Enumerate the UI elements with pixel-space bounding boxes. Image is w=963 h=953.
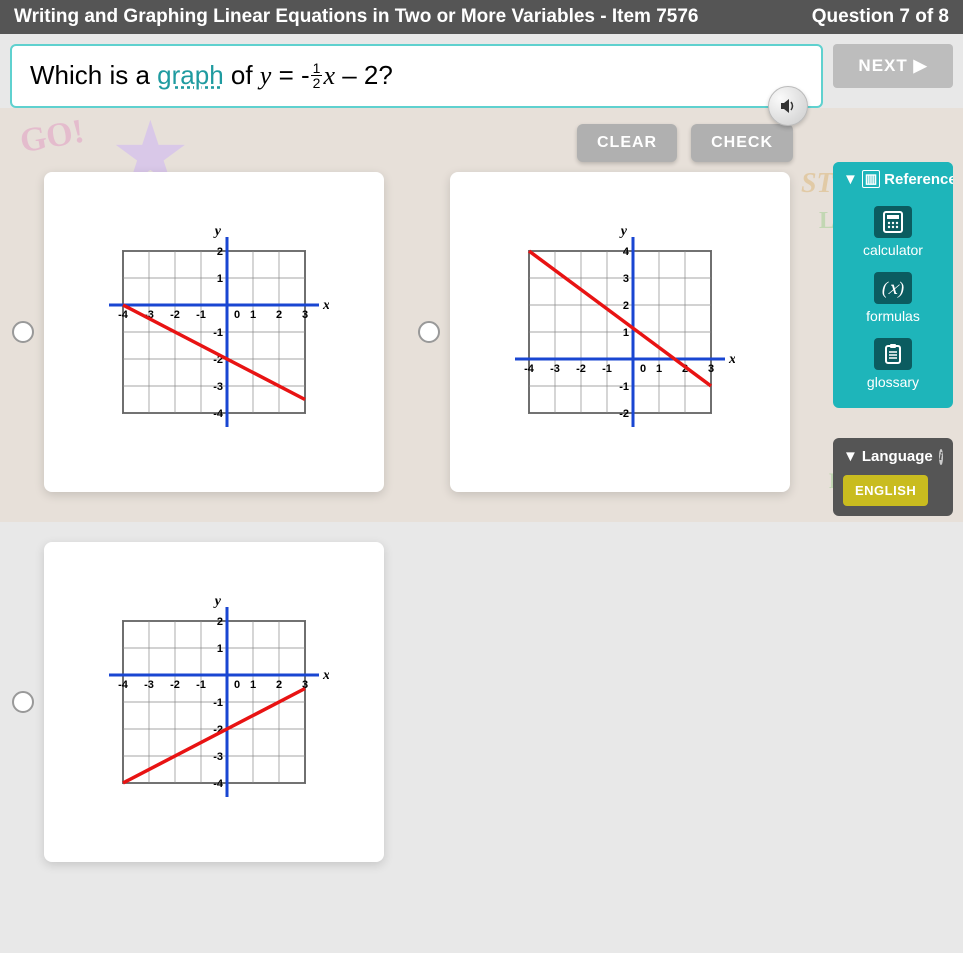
svg-text:3: 3 [707, 363, 713, 375]
svg-text:3: 3 [622, 273, 628, 285]
svg-text:y: y [213, 597, 222, 609]
page-title: Writing and Graphing Linear Equations in… [14, 6, 698, 28]
svg-text:2: 2 [217, 246, 223, 258]
formula-icon: (𝑥) [874, 272, 912, 304]
ref-calculator[interactable]: calculator [833, 196, 953, 262]
next-button[interactable]: NEXT ▶ [833, 44, 953, 88]
q-lhs: y [260, 61, 272, 90]
svg-text:-4: -4 [118, 679, 129, 691]
svg-text:-1: -1 [213, 697, 223, 709]
svg-text:0: 0 [234, 309, 240, 321]
frac-den: 2 [311, 76, 323, 90]
svg-text:-2: -2 [170, 309, 180, 321]
q-tail: – 2? [335, 60, 393, 90]
question-progress: Question 7 of 8 [812, 6, 949, 28]
svg-text:-2: -2 [170, 679, 180, 691]
glossary-link-graph[interactable]: graph [157, 60, 224, 90]
svg-text:y: y [213, 227, 222, 239]
svg-text:x: x [728, 352, 735, 367]
question-text: Which is a graph of y = -12x – 2? [10, 44, 823, 108]
svg-text:x: x [322, 668, 329, 683]
svg-text:x: x [322, 298, 329, 313]
chevron-down-icon: ▼ [843, 171, 858, 188]
svg-text:y: y [618, 227, 627, 239]
ref-formulas[interactable]: (𝑥) formulas [833, 262, 953, 328]
check-button[interactable]: CHECK [691, 124, 793, 162]
option-b[interactable]: -4-3-2-1123-2-112340xy [418, 172, 794, 492]
svg-text:2: 2 [622, 300, 628, 312]
ref-form-label: formulas [837, 308, 949, 324]
q-var: x [323, 61, 335, 90]
svg-text:-3: -3 [213, 751, 223, 763]
graph-card-b: -4-3-2-1123-2-112340xy [450, 172, 790, 492]
calculator-icon [874, 206, 912, 238]
svg-text:-2: -2 [576, 363, 586, 375]
radio-a[interactable] [12, 321, 34, 343]
svg-text:2: 2 [217, 616, 223, 628]
graph-b: -4-3-2-1123-2-112340xy [505, 227, 735, 437]
q-mid: of [224, 60, 260, 90]
audio-button[interactable] [768, 86, 808, 126]
svg-text:2: 2 [276, 309, 282, 321]
radio-b[interactable] [418, 321, 440, 343]
svg-text:1: 1 [217, 643, 223, 655]
radio-c[interactable] [12, 691, 34, 713]
ref-calc-label: calculator [837, 242, 949, 258]
svg-text:-2: -2 [619, 408, 629, 420]
language-header[interactable]: ▼ Language i [843, 448, 943, 465]
clipboard-icon [874, 338, 912, 370]
svg-text:0: 0 [234, 679, 240, 691]
graph-card-a: -4-3-2-1123-4-3-2-1120xy [44, 172, 384, 492]
graph-c: -4-3-2-1123-4-3-2-1120xy [99, 597, 329, 807]
reference-header[interactable]: ▼ ▥ Reference [833, 162, 953, 196]
svg-text:2: 2 [276, 679, 282, 691]
svg-text:-3: -3 [144, 679, 154, 691]
svg-text:1: 1 [250, 679, 256, 691]
svg-text:1: 1 [622, 327, 628, 339]
ref-gloss-label: glossary [837, 374, 949, 390]
svg-text:-1: -1 [196, 309, 206, 321]
svg-text:-1: -1 [213, 327, 223, 339]
header-bar: Writing and Graphing Linear Equations in… [0, 0, 963, 34]
frac-num: 1 [311, 61, 323, 76]
language-panel: ▼ Language i ENGLISH [833, 438, 953, 516]
option-c[interactable]: -4-3-2-1123-4-3-2-1120xy [12, 542, 793, 862]
svg-text:-1: -1 [619, 381, 629, 393]
svg-text:-4: -4 [213, 408, 224, 420]
svg-text:1: 1 [217, 273, 223, 285]
reference-title: Reference [884, 171, 953, 188]
graph-card-c: -4-3-2-1123-4-3-2-1120xy [44, 542, 384, 862]
svg-text:3: 3 [302, 309, 308, 321]
speaker-icon [778, 96, 798, 116]
svg-text:0: 0 [640, 363, 646, 375]
svg-text:-4: -4 [213, 778, 224, 790]
reference-panel: ▼ ▥ Reference calculator (𝑥) formulas gl… [833, 162, 953, 408]
svg-text:-3: -3 [213, 381, 223, 393]
clear-button[interactable]: CLEAR [577, 124, 677, 162]
language-english-button[interactable]: ENGLISH [843, 475, 928, 506]
ref-glossary[interactable]: glossary [833, 328, 953, 394]
language-title: Language [862, 448, 933, 465]
book-icon: ▥ [862, 170, 880, 188]
svg-text:-1: -1 [196, 679, 206, 691]
svg-text:1: 1 [250, 309, 256, 321]
svg-text:1: 1 [655, 363, 661, 375]
q-pre: Which is a [30, 60, 157, 90]
svg-text:-4: -4 [524, 363, 535, 375]
svg-text:-3: -3 [550, 363, 560, 375]
svg-text:4: 4 [622, 246, 629, 258]
q-eq: = - [271, 60, 309, 90]
info-icon[interactable]: i [939, 449, 943, 465]
svg-text:-1: -1 [602, 363, 612, 375]
graph-a: -4-3-2-1123-4-3-2-1120xy [99, 227, 329, 437]
chevron-down-icon: ▼ [843, 448, 858, 465]
option-a[interactable]: -4-3-2-1123-4-3-2-1120xy [12, 172, 388, 492]
fraction: 12 [311, 61, 323, 90]
svg-text:-4: -4 [118, 309, 129, 321]
